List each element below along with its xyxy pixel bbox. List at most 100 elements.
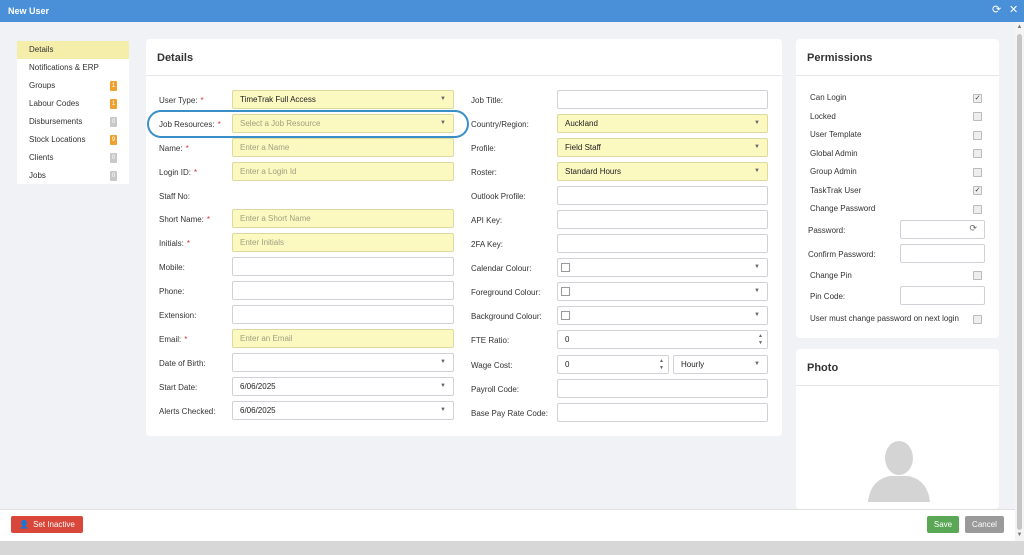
count-badge: 1 — [110, 81, 117, 91]
country-label: Country/Region: — [471, 120, 529, 129]
api-key-input[interactable] — [557, 210, 768, 229]
background-colour-picker[interactable]: ▼ — [557, 306, 768, 325]
can-login-checkbox[interactable]: ✓ — [973, 94, 982, 103]
locked-checkbox[interactable] — [973, 112, 982, 121]
count-badge: 9 — [110, 135, 117, 145]
permissions-title: Permissions — [807, 52, 873, 64]
profile-select[interactable]: Field Staff ▼ — [557, 138, 768, 157]
sidebar-item-groups[interactable]: Groups 1 — [17, 77, 129, 95]
change-password-label: Change Password — [810, 204, 876, 213]
initials-input[interactable]: Enter Initials — [232, 233, 454, 252]
avatar-placeholder-icon — [868, 441, 930, 502]
stepper-up-icon[interactable]: ▲ — [758, 334, 763, 339]
confirm-password-input[interactable] — [900, 244, 985, 263]
user-template-checkbox[interactable] — [973, 131, 982, 140]
outlook-profile-label: Outlook Profile: — [471, 192, 526, 201]
job-resources-label: Job Resources: * — [159, 120, 221, 129]
extension-label: Extension: — [159, 311, 197, 320]
email-input[interactable]: Enter an Email — [232, 329, 454, 348]
sidebar-item-label: Details — [29, 45, 54, 54]
sidebar-item-labour-codes[interactable]: Labour Codes 1 — [17, 95, 129, 113]
stepper-down-icon[interactable]: ▼ — [659, 366, 664, 371]
pin-code-input[interactable] — [900, 286, 985, 305]
sidebar-item-clients[interactable]: Clients 0 — [17, 149, 129, 167]
base-pay-rate-code-label: Base Pay Rate Code: — [471, 409, 548, 418]
chevron-down-icon: ▼ — [754, 120, 760, 126]
sidebar-item-disbursements[interactable]: Disbursements 0 — [17, 113, 129, 131]
sidebar-item-jobs[interactable]: Jobs 0 — [17, 167, 129, 185]
sidebar-item-details[interactable]: Details — [17, 41, 129, 59]
count-badge: 1 — [110, 99, 117, 109]
global-admin-checkbox[interactable] — [973, 149, 982, 158]
chevron-down-icon: ▼ — [440, 120, 446, 126]
sidebar-item-notifications[interactable]: Notifications & ERP — [17, 59, 129, 77]
refresh-icon[interactable]: ⟳ — [969, 223, 977, 234]
base-pay-rate-code-input[interactable] — [557, 403, 768, 422]
scroll-down-icon[interactable]: ▼ — [1015, 532, 1024, 538]
name-input[interactable]: Enter a Name — [232, 138, 454, 157]
sidebar-item-stock-locations[interactable]: Stock Locations 9 — [17, 131, 129, 149]
wage-cost-label: Wage Cost: — [471, 361, 513, 370]
wage-unit-select[interactable]: Hourly ▼ — [673, 355, 768, 374]
2fa-key-input[interactable] — [557, 234, 768, 253]
profile-label: Profile: — [471, 144, 496, 153]
chevron-down-icon: ▼ — [754, 288, 760, 294]
login-id-input[interactable]: Enter a Login Id — [232, 162, 454, 181]
window-titlebar: New User ⟳ ✕ — [0, 0, 1024, 22]
must-change-password-checkbox[interactable] — [973, 315, 982, 324]
short-name-input[interactable]: Enter a Short Name — [232, 209, 454, 228]
divider — [796, 75, 999, 76]
set-inactive-button[interactable]: 👤 Set Inactive — [11, 516, 83, 533]
password-input[interactable]: ⟳ — [900, 220, 985, 239]
tasktrak-user-checkbox[interactable]: ✓ — [973, 186, 982, 195]
change-pin-checkbox[interactable] — [973, 271, 982, 280]
stepper-up-icon[interactable]: ▲ — [659, 359, 664, 364]
cancel-button[interactable]: Cancel — [965, 516, 1004, 533]
dob-picker[interactable]: ▼ — [232, 353, 454, 372]
wage-cost-stepper[interactable]: 0 ▲ ▼ — [557, 355, 669, 374]
outlook-profile-input[interactable] — [557, 186, 768, 205]
divider — [146, 75, 782, 76]
start-date-label: Start Date: — [159, 383, 198, 392]
sidebar-nav: Details Notifications & ERP Groups 1 Lab… — [17, 41, 129, 184]
start-date-picker[interactable]: 6/06/2025 ▼ — [232, 377, 454, 396]
fte-ratio-stepper[interactable]: 0 ▲ ▼ — [557, 330, 768, 349]
scroll-up-icon[interactable]: ▲ — [1015, 24, 1024, 30]
short-name-label: Short Name: * — [159, 215, 211, 224]
login-id-label: Login ID: * — [159, 168, 198, 177]
job-title-input[interactable] — [557, 90, 768, 109]
extension-input[interactable] — [232, 305, 454, 324]
save-button[interactable]: Save — [927, 516, 959, 533]
must-change-password-label: User must change password on next login — [810, 314, 959, 323]
pin-code-label: Pin Code: — [810, 292, 846, 301]
staff-no-label: Staff No: — [159, 192, 190, 201]
name-label: Name: * — [159, 144, 189, 153]
sidebar-item-label: Disbursements — [29, 117, 83, 126]
foreground-colour-picker[interactable]: ▼ — [557, 282, 768, 301]
foreground-colour-label: Foreground Colour: — [471, 288, 541, 297]
chevron-down-icon: ▼ — [754, 361, 760, 367]
calendar-colour-picker[interactable]: ▼ — [557, 258, 768, 277]
group-admin-checkbox[interactable] — [973, 168, 982, 177]
fte-ratio-label: FTE Ratio: — [471, 336, 510, 345]
stepper-down-icon[interactable]: ▼ — [758, 341, 763, 346]
country-select[interactable]: Auckland ▼ — [557, 114, 768, 133]
refresh-icon[interactable]: ⟳ — [992, 4, 1001, 16]
job-resources-select[interactable]: Select a Job Resource ▼ — [232, 114, 454, 133]
payroll-code-input[interactable] — [557, 379, 768, 398]
roster-select[interactable]: Standard Hours ▼ — [557, 162, 768, 181]
mobile-label: Mobile: — [159, 263, 185, 272]
close-icon[interactable]: ✕ — [1009, 4, 1018, 16]
mobile-input[interactable] — [232, 257, 454, 276]
scrollbar-thumb[interactable] — [1017, 34, 1022, 530]
tasktrak-user-label: TaskTrak User — [810, 186, 862, 195]
change-password-checkbox[interactable] — [973, 205, 982, 214]
user-type-select[interactable]: TimeTrak Full Access ▼ — [232, 90, 454, 109]
phone-input[interactable] — [232, 281, 454, 300]
user-type-label: User Type: * — [159, 96, 204, 105]
alerts-checked-picker[interactable]: 6/06/2025 ▼ — [232, 401, 454, 420]
api-key-label: API Key: — [471, 216, 503, 225]
alerts-checked-label: Alerts Checked: — [159, 407, 216, 416]
chevron-down-icon: ▼ — [440, 407, 446, 413]
background-colour-label: Background Colour: — [471, 312, 542, 321]
